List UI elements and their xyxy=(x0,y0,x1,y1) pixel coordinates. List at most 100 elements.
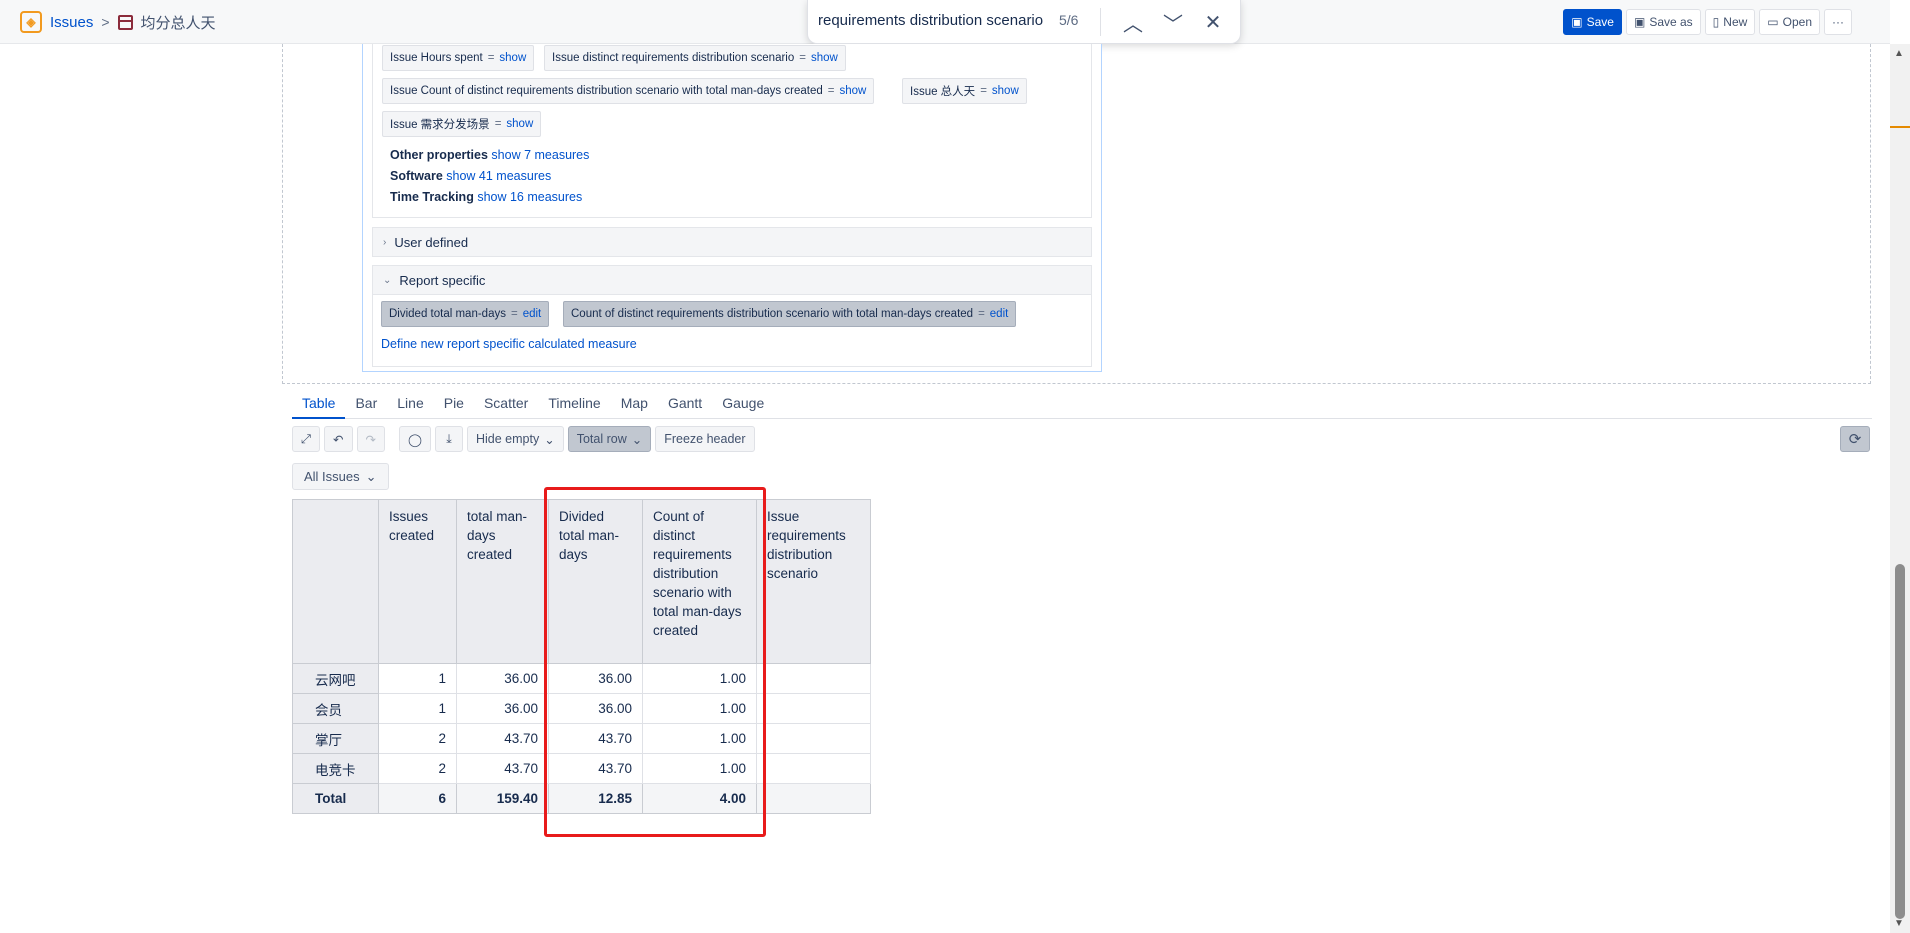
table-cell: 1 xyxy=(378,663,457,694)
group-other-properties: Other properties show 7 measures xyxy=(390,148,590,162)
column-header[interactable]: Issues created xyxy=(378,499,457,664)
table-cell: 36.00 xyxy=(548,663,643,694)
show-link[interactable]: show xyxy=(839,85,866,97)
refresh-icon[interactable]: ⟳ xyxy=(1840,426,1870,452)
find-query-input[interactable]: requirements distribution scenario xyxy=(818,12,1043,29)
total-row-dropdown[interactable]: Total row ⌄ xyxy=(567,426,652,452)
issue-measures-card: Issue Hours spent = show Issue distinct … xyxy=(372,44,1092,218)
user-defined-section-header[interactable]: › User defined xyxy=(372,227,1092,257)
issues-cube-icon: ◈ xyxy=(20,11,42,33)
scroll-up-arrow-icon[interactable]: ▲ xyxy=(1894,48,1904,59)
column-header[interactable]: total man-days created xyxy=(456,499,549,664)
tab-bar[interactable]: Bar xyxy=(345,393,387,419)
save-icon: ▣ xyxy=(1571,15,1583,29)
total-cell: 4.00 xyxy=(642,783,757,814)
group-time-tracking: Time Tracking show 16 measures xyxy=(390,190,583,204)
save-as-icon: ▣ xyxy=(1633,15,1646,29)
view-tabs: Table Bar Line Pie Scatter Timeline Map … xyxy=(292,393,1872,419)
chevron-down-icon: ⌄ xyxy=(631,432,643,447)
open-button[interactable]: ▭ Open xyxy=(1759,9,1820,35)
table-cell xyxy=(756,753,871,784)
show-link[interactable]: show xyxy=(992,85,1019,97)
total-cell: 159.40 xyxy=(456,783,549,814)
export-download-icon[interactable]: ⤓ xyxy=(434,426,463,452)
show-measures-link[interactable]: show 16 measures xyxy=(477,190,582,204)
scroll-down-arrow-icon[interactable]: ▼ xyxy=(1894,918,1904,929)
tab-line[interactable]: Line xyxy=(387,393,433,419)
tab-timeline[interactable]: Timeline xyxy=(538,393,610,419)
tab-scatter[interactable]: Scatter xyxy=(474,393,538,419)
table-cell: 43.70 xyxy=(548,753,643,784)
breadcrumb-issues-link[interactable]: Issues xyxy=(50,14,93,31)
measure-chip-distinct-scenario[interactable]: Issue distinct requirements distribution… xyxy=(544,45,846,71)
table-cell: 43.70 xyxy=(456,753,549,784)
report-specific-section-header[interactable]: ⌄ Report specific xyxy=(372,265,1092,295)
show-measures-link[interactable]: show 7 measures xyxy=(491,148,589,162)
row-header[interactable]: 云网吧 xyxy=(292,663,379,694)
report-measure-chip-divided-total[interactable]: Divided total man-days = edit xyxy=(381,301,550,327)
measure-chip-count-distinct-scenario[interactable]: Issue Count of distinct requirements dis… xyxy=(382,78,875,104)
tab-gauge[interactable]: Gauge xyxy=(712,393,774,419)
show-link[interactable]: show xyxy=(506,118,533,130)
save-as-button[interactable]: ▣ Save as xyxy=(1625,9,1701,35)
fullscreen-expand-icon[interactable]: ⤢ xyxy=(292,426,321,452)
report-specific-body: Divided total man-days = edit Count of d… xyxy=(372,295,1092,367)
chevron-right-icon: › xyxy=(383,236,387,248)
define-new-measure-link[interactable]: Define new report specific calculated me… xyxy=(381,337,637,351)
table-cell: 1 xyxy=(378,693,457,724)
table-row: 电竞卡 2 43.70 43.70 1.00 xyxy=(292,753,871,784)
table-cell: 43.70 xyxy=(456,723,549,754)
new-document-icon: ▯ xyxy=(1712,15,1720,29)
tab-pie[interactable]: Pie xyxy=(434,393,474,419)
find-previous-chevron-up-icon[interactable]: ︿ xyxy=(1118,8,1148,36)
table-header-row: Issues created total man-days created Di… xyxy=(292,499,871,664)
measures-panel: Issue Hours spent = show Issue distinct … xyxy=(362,44,1102,372)
measure-chip-total-man-days[interactable]: Issue 总人天 = show xyxy=(902,78,1027,104)
measure-chip-hours-spent[interactable]: Issue Hours spent = show xyxy=(382,45,535,71)
corner-header-cell xyxy=(292,499,379,664)
find-next-chevron-down-icon[interactable]: ﹀ xyxy=(1158,8,1188,36)
table-cell: 36.00 xyxy=(456,663,549,694)
show-measures-link[interactable]: show 41 measures xyxy=(446,169,551,183)
undo-icon[interactable]: ↶ xyxy=(324,426,353,452)
freeze-header-button[interactable]: Freeze header xyxy=(655,426,755,452)
row-header[interactable]: 电竞卡 xyxy=(292,753,379,784)
table-cell: 43.70 xyxy=(548,723,643,754)
save-button[interactable]: ▣ Save xyxy=(1563,9,1622,35)
breadcrumb: ◈ Issues > 均分总人天 xyxy=(20,11,216,33)
table-cell: 1.00 xyxy=(642,753,757,784)
all-issues-dropdown[interactable]: All Issues ⌄ xyxy=(292,463,389,490)
more-options-button[interactable]: ··· xyxy=(1824,9,1852,35)
table-cell xyxy=(756,693,871,724)
find-match-scroll-marker xyxy=(1890,126,1910,128)
new-button[interactable]: ▯ New xyxy=(1704,9,1756,35)
edit-link[interactable]: edit xyxy=(990,308,1009,320)
tab-table[interactable]: Table xyxy=(292,393,346,419)
row-header[interactable]: 掌厅 xyxy=(292,723,379,754)
tab-gantt[interactable]: Gantt xyxy=(658,393,712,419)
table-row: 掌厅 2 43.70 43.70 1.00 xyxy=(292,723,871,754)
edit-link[interactable]: edit xyxy=(523,308,542,320)
comment-icon[interactable]: ◯ xyxy=(398,426,431,452)
measure-chip-demand-scenario[interactable]: Issue 需求分发场景 = show xyxy=(382,111,542,137)
redo-icon[interactable]: ↷ xyxy=(356,426,385,452)
column-header[interactable]: Count of distinct requirements distribut… xyxy=(642,499,757,664)
scrollbar-thumb[interactable] xyxy=(1895,564,1905,919)
show-link[interactable]: show xyxy=(499,52,526,64)
total-cell: 6 xyxy=(378,783,457,814)
tab-map[interactable]: Map xyxy=(611,393,658,419)
hide-empty-dropdown[interactable]: Hide empty ⌄ xyxy=(466,426,564,452)
vertical-scrollbar[interactable]: ▲ ▼ xyxy=(1890,44,1910,933)
total-cell: 12.85 xyxy=(548,783,643,814)
row-header[interactable]: 会员 xyxy=(292,693,379,724)
find-divider xyxy=(1100,8,1101,36)
table-cell: 1.00 xyxy=(642,723,757,754)
find-close-icon[interactable]: ✕ xyxy=(1198,8,1228,36)
folder-icon: ▭ xyxy=(1767,15,1779,29)
report-measure-chip-count-distinct[interactable]: Count of distinct requirements distribut… xyxy=(563,301,1017,327)
column-header[interactable]: Issue requirements distribution scenario xyxy=(756,499,871,664)
table-cell: 36.00 xyxy=(456,693,549,724)
show-link[interactable]: show xyxy=(811,52,838,64)
column-header[interactable]: Divided total man-days xyxy=(548,499,643,664)
